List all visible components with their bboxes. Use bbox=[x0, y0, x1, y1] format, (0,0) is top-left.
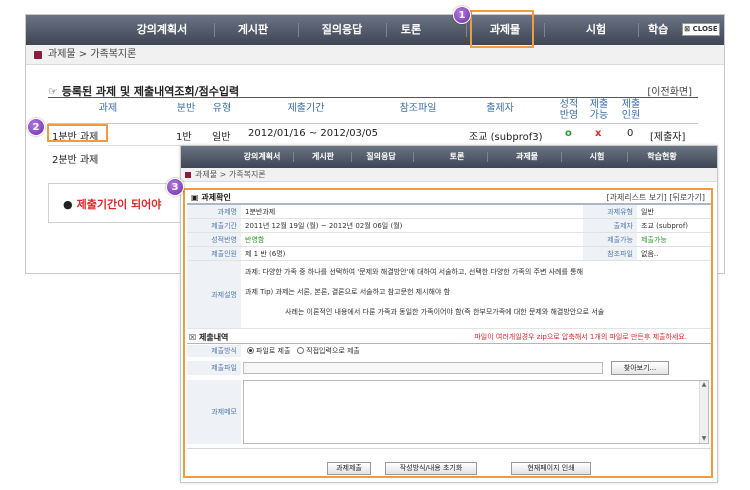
tab-syllabus[interactable]: 강의계획서 bbox=[122, 15, 202, 45]
col-group: 분반 bbox=[176, 103, 196, 114]
col-graded: 성적 반영 bbox=[559, 99, 579, 121]
cell-group: 1반 bbox=[176, 132, 192, 143]
col-task: 과제 bbox=[98, 103, 118, 114]
top-nav: 강의계획서 게시판 질의응답 토론 과제물 시험 학습 ⊠ CLOSE bbox=[26, 15, 724, 45]
tab-qna[interactable]: 질의응답 bbox=[302, 15, 382, 45]
task-link-2[interactable]: 2분반 과제 bbox=[52, 151, 98, 166]
highlight-popup-content bbox=[183, 188, 713, 478]
prev-page-link[interactable]: [이전화면] bbox=[647, 83, 692, 98]
popup-breadcrumb: 과제물 > 가족복지론 bbox=[181, 168, 717, 182]
cell-period: 2012/01/16 ~ 2012/03/05 bbox=[248, 128, 379, 139]
bullet-icon bbox=[185, 172, 191, 178]
close-icon: ⊠ bbox=[684, 25, 691, 33]
step-badge-1: 1 bbox=[453, 6, 471, 24]
tab-learning-status[interactable]: 학습현황 bbox=[637, 146, 687, 168]
tab-qna[interactable]: 질의응답 bbox=[357, 146, 405, 168]
cell-graded: o bbox=[565, 128, 572, 139]
popup-nav: 강의계획서 게시판 질의응답 토론 과제물 시험 학습현황 bbox=[181, 146, 717, 168]
bullet-icon bbox=[34, 51, 42, 59]
close-button[interactable]: ⊠ CLOSE bbox=[682, 23, 720, 36]
step-badge-3: 3 bbox=[166, 178, 184, 196]
tab-board[interactable]: 게시판 bbox=[218, 15, 288, 45]
col-type: 유형 bbox=[212, 103, 232, 114]
tab-syllabus[interactable]: 강의계획서 bbox=[237, 146, 287, 168]
cell-type: 일반 bbox=[212, 132, 231, 143]
breadcrumb: 과제물 > 가족복지론 bbox=[26, 45, 724, 65]
step-badge-2: 2 bbox=[27, 118, 45, 136]
cell-author: 조교 (subprof3) bbox=[469, 132, 543, 143]
tab-discussion[interactable]: 토론 bbox=[381, 15, 441, 45]
tab-board[interactable]: 게시판 bbox=[301, 146, 345, 168]
submitter-link[interactable]: [제출자] bbox=[650, 128, 685, 143]
highlight-assignment-tab bbox=[470, 10, 534, 48]
col-ref: 참조파일 bbox=[399, 103, 437, 114]
highlight-task-link bbox=[47, 124, 108, 142]
tab-exam[interactable]: 시험 bbox=[566, 15, 626, 45]
col-period: 제출기간 bbox=[287, 103, 325, 114]
col-count: 제출 인원 bbox=[621, 99, 641, 121]
tab-exam[interactable]: 시험 bbox=[577, 146, 617, 168]
cell-count: 0 bbox=[627, 128, 634, 139]
col-submittable: 제출 가능 bbox=[589, 99, 609, 121]
tab-assignment[interactable]: 과제물 bbox=[507, 146, 547, 168]
cell-submittable: x bbox=[595, 128, 602, 139]
bullet-icon: ● bbox=[63, 198, 73, 211]
col-author: 출제자 bbox=[486, 103, 514, 114]
tab-discussion[interactable]: 토론 bbox=[437, 146, 477, 168]
